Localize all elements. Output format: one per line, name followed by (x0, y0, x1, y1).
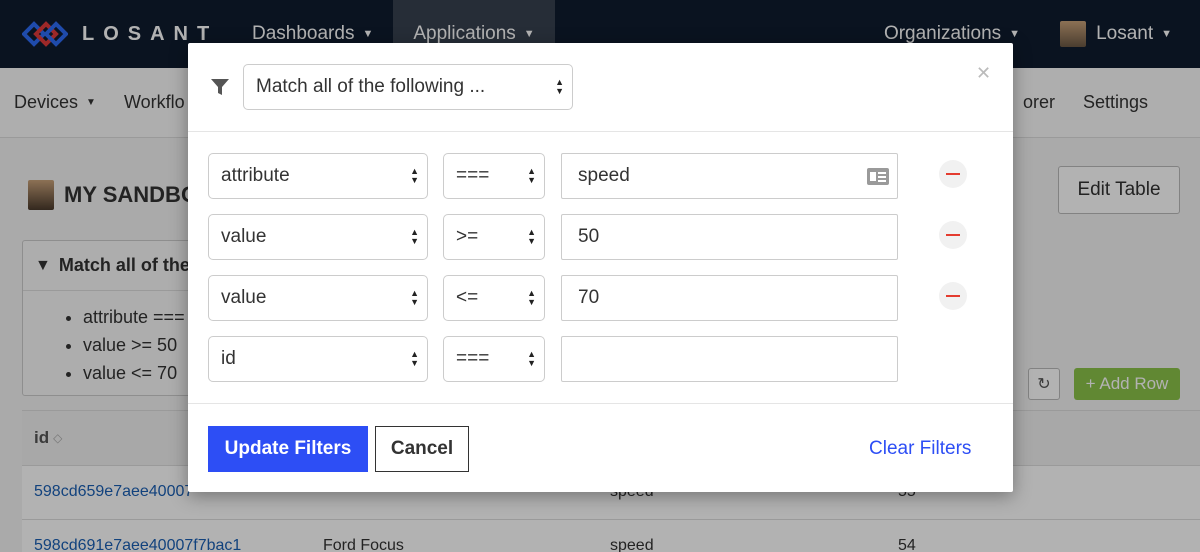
remove-filter-button[interactable] (939, 282, 967, 310)
remove-filter-button[interactable] (939, 221, 967, 249)
filter-value-input[interactable]: 50 (561, 214, 898, 260)
filter-field-select[interactable]: attribute ▲ ▼ (208, 153, 428, 199)
match-mode-select[interactable]: Match all of the following ... ▲ ▼ (243, 64, 573, 110)
filter-operator-value: >= (456, 226, 479, 247)
contact-card-icon[interactable] (867, 168, 889, 185)
select-arrows-icon: ▲ ▼ (410, 349, 419, 368)
minus-icon (946, 234, 960, 236)
select-arrows-icon: ▲ ▼ (555, 77, 564, 96)
minus-icon (946, 295, 960, 297)
update-filters-button[interactable]: Update Filters (208, 426, 368, 472)
select-arrows-icon: ▲ ▼ (410, 166, 419, 185)
filter-operator-select[interactable]: >= ▲ ▼ (443, 214, 545, 260)
filter-operator-value: === (456, 165, 490, 186)
select-arrows-icon: ▲ ▼ (527, 349, 536, 368)
clear-filters-link[interactable]: Clear Filters (869, 438, 971, 460)
cancel-button[interactable]: Cancel (375, 426, 469, 472)
filter-field-select[interactable]: value ▲ ▼ (208, 275, 428, 321)
filter-value-input[interactable] (561, 336, 898, 382)
filter-operator-select[interactable]: === ▲ ▼ (443, 336, 545, 382)
select-arrows-icon: ▲ ▼ (527, 288, 536, 307)
filter-modal: Match all of the following ... ▲ ▼ ✕ attr… (188, 43, 1013, 492)
filter-operator-select[interactable]: <= ▲ ▼ (443, 275, 545, 321)
select-arrows-icon: ▲ ▼ (410, 288, 419, 307)
close-icon[interactable]: ✕ (976, 63, 991, 84)
filter-field-value: id (221, 348, 236, 369)
filter-operator-value: <= (456, 287, 479, 308)
select-arrows-icon: ▲ ▼ (527, 166, 536, 185)
modal-header: Match all of the following ... ▲ ▼ ✕ (188, 43, 1013, 132)
modal-footer: Update Filters Cancel Clear Filters (188, 403, 1013, 492)
filter-field-value: attribute (221, 165, 290, 186)
filter-value-input[interactable]: speed (561, 153, 898, 199)
filter-field-value: value (221, 226, 267, 247)
filter-field-value: value (221, 287, 267, 308)
filter-value-text: 50 (578, 226, 600, 247)
minus-icon (946, 173, 960, 175)
filter-value-text: speed (578, 165, 630, 186)
remove-filter-button[interactable] (939, 160, 967, 188)
filter-operator-value: === (456, 348, 490, 369)
filter-value-input[interactable]: 70 (561, 275, 898, 321)
filter-field-select[interactable]: id ▲ ▼ (208, 336, 428, 382)
match-mode-value: Match all of the following ... (256, 76, 486, 97)
filter-field-select[interactable]: value ▲ ▼ (208, 214, 428, 260)
filter-value-text: 70 (578, 287, 600, 308)
filter-operator-select[interactable]: === ▲ ▼ (443, 153, 545, 199)
select-arrows-icon: ▲ ▼ (410, 227, 419, 246)
funnel-icon (211, 79, 229, 95)
select-arrows-icon: ▲ ▼ (527, 227, 536, 246)
